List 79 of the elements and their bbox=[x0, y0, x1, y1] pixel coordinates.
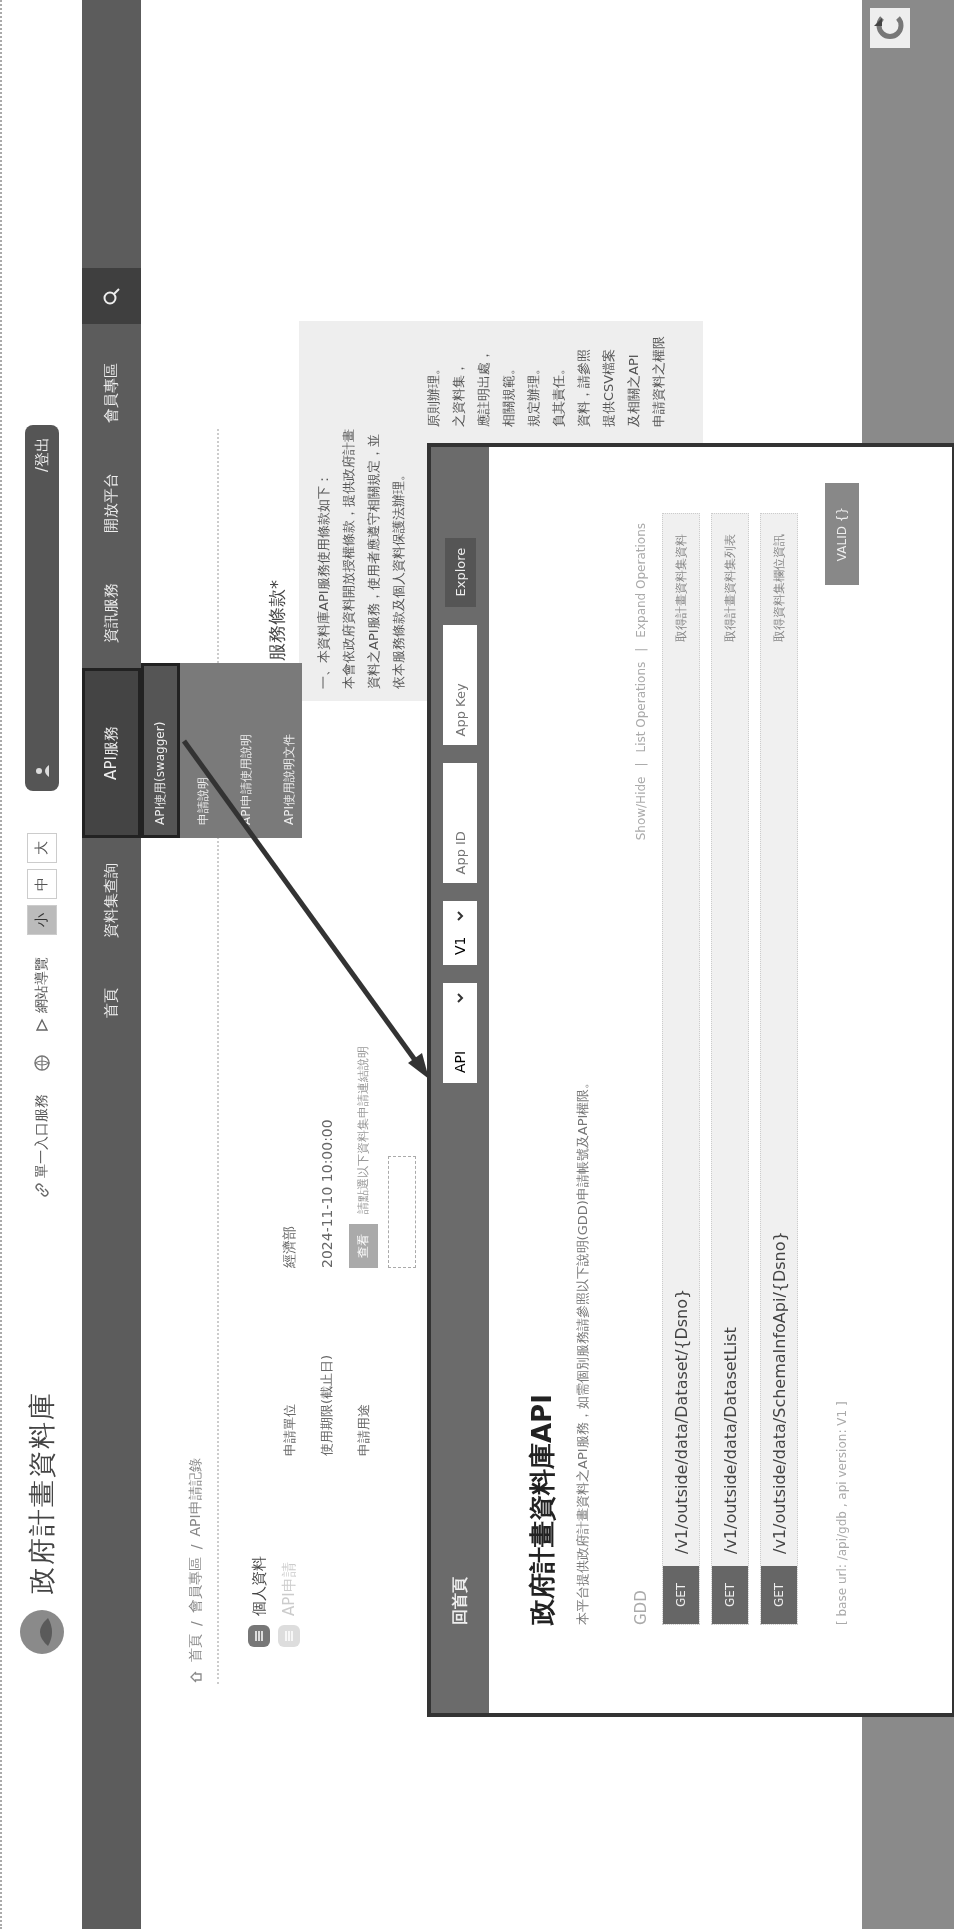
menu-item[interactable]: 申請說明 bbox=[184, 663, 223, 838]
api-description: 本平台提供政府計畫資料之API服務，如需個別服務請參照以下說明(GDD)申請帳號及API權限。 bbox=[574, 1074, 591, 1625]
font-size-button[interactable]: 中 bbox=[27, 869, 57, 899]
nav-item[interactable]: 資訊服務 bbox=[82, 558, 141, 668]
terms-text: 資料，請參照 bbox=[575, 348, 592, 427]
method-label: GET bbox=[663, 1566, 699, 1624]
endpoint-row[interactable]: GET /v1/outside/data/Dataset/{Dsno} 取得計畫資料集資料 bbox=[662, 513, 700, 1625]
version-select[interactable]: API bbox=[443, 983, 477, 1083]
field-label: 申請單位 bbox=[280, 1403, 298, 1456]
method-label: GET bbox=[761, 1566, 797, 1624]
validator-badge: VALID {} bbox=[825, 483, 859, 586]
logo-icon bbox=[870, 8, 910, 48]
breadcrumb-link[interactable]: API申請記錄 bbox=[187, 1458, 205, 1537]
group-name: GDD bbox=[632, 1590, 650, 1625]
explore-button[interactable]: Explore bbox=[444, 537, 476, 607]
link-separator: | bbox=[634, 762, 648, 767]
menu-item[interactable]: API使用(swagger) bbox=[141, 663, 180, 838]
nav-item[interactable]: 會員專區 bbox=[82, 338, 141, 448]
terms-text: 原則辦理。 bbox=[425, 361, 442, 427]
endpoint-row[interactable]: GET /v1/outside/data/DatasetList 取得計畫資料集列表 bbox=[711, 513, 749, 1625]
terms-text: 一、本資料庫API服務使用條款如下： bbox=[315, 472, 332, 689]
endpoint-path: /v1/outside/data/SchemaInfoApi/{Dsno} bbox=[769, 1230, 789, 1554]
user-icon bbox=[34, 763, 50, 779]
endpoint-summary: 取得計畫資料集列表 bbox=[721, 534, 738, 642]
terms-text: 資料之API服務，使用者應遵守相關規定，並 bbox=[365, 433, 382, 689]
logo-icon bbox=[18, 1608, 66, 1656]
nav-item[interactable]: 開放平台 bbox=[82, 448, 141, 558]
text-input[interactable]: App Key bbox=[443, 624, 477, 745]
endpoint-path: /v1/outside/data/DatasetList bbox=[720, 1326, 740, 1554]
terms-text: 相關規範。 bbox=[500, 361, 517, 427]
method-label: GET bbox=[712, 1566, 748, 1624]
logout-link[interactable]: /登出 bbox=[32, 437, 52, 473]
field-value: 2024-11-10 10:00:00 bbox=[318, 1119, 335, 1268]
breadcrumb-separator: / bbox=[188, 1544, 204, 1550]
terms-text: 依本服務條款及個人資料保護法辦理。 bbox=[390, 467, 407, 689]
font-size-button[interactable]: 小 bbox=[27, 905, 57, 935]
terms-title: 服務條款* bbox=[265, 579, 288, 661]
terms-text: 及相關之API bbox=[625, 353, 642, 427]
endpoint-summary: 取得資料集欄位資訊 bbox=[770, 534, 787, 642]
search-icon bbox=[101, 286, 122, 306]
terms-text: 申請資料之權限 bbox=[650, 335, 667, 427]
terms-text: 之資料集， bbox=[450, 361, 467, 427]
link-separator: | bbox=[634, 647, 648, 652]
nav-item[interactable]: API服務 bbox=[82, 668, 141, 838]
base-url-text: [ base url: /api/gdb , api version: V1 ] bbox=[835, 1401, 849, 1625]
field-value: 經濟部 bbox=[280, 1226, 298, 1268]
chevron-icon bbox=[455, 910, 465, 921]
nav-item[interactable]: 首頁 bbox=[82, 963, 141, 1043]
terms-text: 規定辦理。 bbox=[525, 361, 542, 427]
breadcrumb-separator: / bbox=[188, 1621, 204, 1626]
hint-text: 請點選以下資料集申請連結說明 bbox=[355, 1046, 371, 1214]
header-link[interactable]: 網站導覽 bbox=[33, 957, 51, 1032]
sidebar-item[interactable]: 個人資料 bbox=[247, 1456, 271, 1648]
menu-item[interactable]: API使用說明文件 bbox=[270, 663, 309, 838]
home-link[interactable]: 回首頁 bbox=[449, 1577, 471, 1625]
chevron-icon bbox=[455, 993, 465, 1003]
breadcrumb-link[interactable]: 首頁 bbox=[187, 1634, 205, 1662]
field-label: 申請用途 bbox=[354, 1403, 372, 1456]
terms-text: 提供CSV檔案 bbox=[600, 347, 617, 427]
font-size-button[interactable]: 大 bbox=[27, 833, 57, 863]
api-title: 政府計畫資料庫API bbox=[526, 1393, 558, 1625]
endpoint-row[interactable]: GET /v1/outside/data/SchemaInfoApi/{Dsno} 取得資料集欄位資訊 bbox=[760, 513, 798, 1625]
triangle-icon bbox=[35, 1018, 49, 1032]
field-label: 使用期限(截止日) bbox=[317, 1353, 335, 1456]
nav-item[interactable]: 資料集查詢 bbox=[82, 838, 141, 963]
version-select[interactable]: V1 bbox=[443, 900, 477, 965]
text-input[interactable]: App ID bbox=[443, 762, 477, 883]
dashed-field[interactable] bbox=[388, 1156, 416, 1268]
link-icon bbox=[35, 1183, 49, 1197]
breadcrumb-link[interactable]: 會員專區 bbox=[187, 1557, 205, 1614]
endpoint-path: /v1/outside/data/Dataset/{Dsno} bbox=[671, 1287, 691, 1554]
terms-text: 負其責任。 bbox=[550, 361, 567, 427]
globe-icon[interactable] bbox=[33, 1054, 51, 1072]
endpoint-summary: 取得計畫資料集資料 bbox=[672, 534, 689, 642]
site-title: 政府計畫資料庫 bbox=[25, 1391, 58, 1594]
terms-text: 應註明出處， bbox=[475, 348, 492, 427]
search-button[interactable] bbox=[82, 268, 141, 324]
terms-text: 本會依政府資料開放授權條款，提供政府計畫 bbox=[340, 428, 357, 689]
header-link[interactable]: 單一入口服務 bbox=[33, 1094, 51, 1197]
